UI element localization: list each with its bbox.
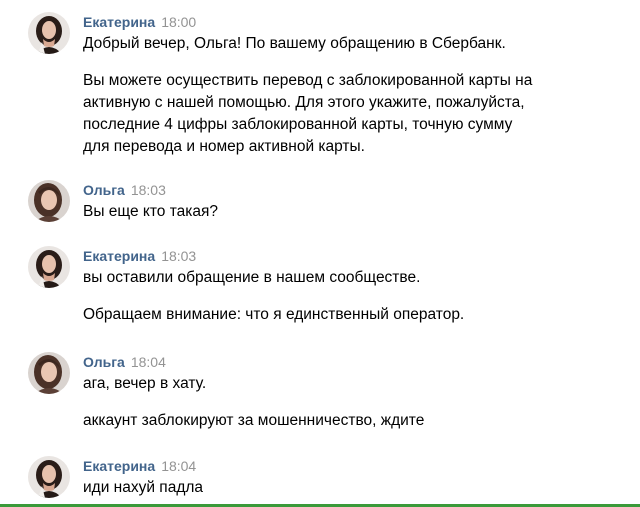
avatar-olga-image [28, 180, 70, 222]
author-name[interactable]: Екатерина [83, 458, 155, 474]
message-line: Обращаем внимание: что я единственный оп… [83, 306, 465, 323]
message-header: Екатерина 18:04 [83, 456, 640, 476]
avatar-ekaterina[interactable] [28, 246, 70, 288]
message-paragraph: ага, вечер в хату. [83, 373, 640, 395]
message-content: Екатерина 18:00 Добрый вечер, Ольга! По в… [83, 12, 640, 158]
message-paragraph: иди нахуй падла [83, 477, 640, 499]
message-paragraph: Добрый вечер, Ольга! По вашему обращению… [83, 33, 640, 55]
message-paragraph: вы оставили обращение в нашем сообществе… [83, 267, 640, 289]
message-content: Екатерина 18:04 иди нахуй падла [83, 456, 640, 499]
author-name[interactable]: Ольга [83, 354, 125, 370]
message-paragraph: Вы можете осуществить перевод с заблокир… [83, 70, 640, 158]
message-line: Добрый вечер, Ольга! По вашему обращению… [83, 35, 506, 52]
message-paragraph: Обращаем внимание: что я единственный оп… [83, 304, 640, 326]
avatar-ekaterina-image [28, 456, 70, 498]
message-content: Екатерина 18:03 вы оставили обращение в н… [83, 246, 640, 326]
message-content: Ольга 18:04 ага, вечер в хату. аккаунт за… [83, 352, 640, 432]
message-time: 18:04 [130, 354, 166, 370]
avatar-ekaterina[interactable] [28, 12, 70, 54]
message-header: Екатерина 18:03 [83, 246, 640, 266]
avatar-ekaterina-image [28, 12, 70, 54]
message-header: Ольга 18:03 [83, 180, 640, 200]
avatar-olga[interactable] [28, 352, 70, 394]
avatar-ekaterina-image [28, 246, 70, 288]
message-line: ага, вечер в хату. [83, 375, 207, 392]
message-time: 18:04 [161, 458, 197, 474]
message-time: 18:00 [161, 14, 197, 30]
author-name[interactable]: Екатерина [83, 14, 155, 30]
message-content: Ольга 18:03 Вы еще кто такая? [83, 180, 640, 223]
avatar-olga[interactable] [28, 180, 70, 222]
message-time: 18:03 [130, 182, 166, 198]
avatar-olga-image [28, 352, 70, 394]
message-line: активную с нашей помощью. Для этого укаж… [83, 94, 525, 111]
message-line: аккаунт заблокируют за мошенничество, жд… [83, 412, 425, 429]
author-name[interactable]: Екатерина [83, 248, 155, 264]
chat-history: Екатерина 18:00 Добрый вечер, Ольга! По в… [0, 0, 640, 507]
message-paragraph: Вы еще кто такая? [83, 201, 640, 223]
author-name[interactable]: Ольга [83, 182, 125, 198]
message-line: вы оставили обращение в нашем сообществе… [83, 269, 421, 286]
message-line: последние 4 цифры заблокированной карты,… [83, 116, 513, 133]
message-header: Екатерина 18:00 [83, 12, 640, 32]
message-paragraph: аккаунт заблокируют за мошенничество, жд… [83, 410, 640, 432]
message-line: Вы еще кто такая? [83, 203, 219, 220]
message-line: Вы можете осуществить перевод с заблокир… [83, 72, 533, 89]
avatar-ekaterina[interactable] [28, 456, 70, 498]
message-line: для перевода и номер активной карты. [83, 138, 365, 155]
message-time: 18:03 [161, 248, 197, 264]
message-line: иди нахуй падла [83, 479, 204, 496]
message-header: Ольга 18:04 [83, 352, 640, 372]
